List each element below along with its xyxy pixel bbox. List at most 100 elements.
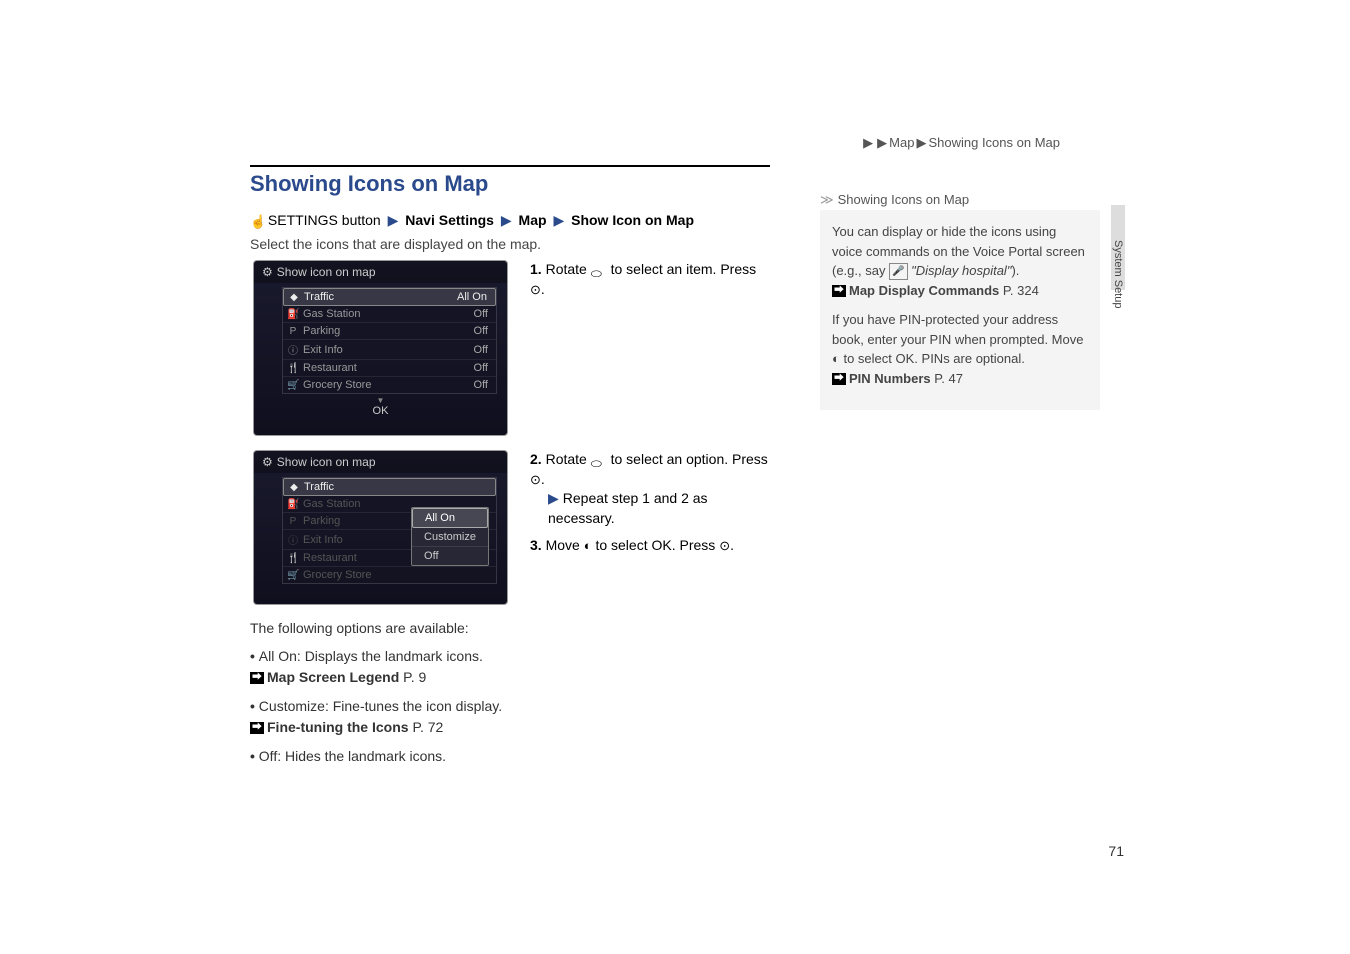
parking-icon: P bbox=[287, 516, 299, 527]
step-text: Rotate bbox=[546, 261, 591, 277]
step-sub: ▶Repeat step 1 and 2 as necessary. bbox=[548, 489, 770, 528]
info-icon: ⓘ bbox=[287, 342, 299, 357]
step-text: . Press bbox=[672, 537, 719, 553]
hand-icon bbox=[250, 213, 264, 230]
submenu-popup: All On Customize Off bbox=[411, 507, 489, 566]
sidebar-title-text: Showing Icons on Map bbox=[838, 192, 970, 207]
screen-title: Show icon on map bbox=[277, 265, 376, 279]
menu-state: Off bbox=[474, 379, 488, 391]
note-icon: ≫ bbox=[820, 192, 834, 207]
menu-item-traffic[interactable]: ◆ Traffic bbox=[283, 478, 496, 496]
chevron-right-icon: ▶ bbox=[916, 135, 926, 151]
grocery-icon: 🛒 bbox=[287, 380, 299, 391]
page-number: 71 bbox=[1108, 843, 1124, 859]
press-knob-icon bbox=[530, 281, 541, 297]
step-text: to select an option. Press bbox=[607, 451, 768, 467]
step-3: 3. Move to select OK. Press . bbox=[530, 536, 770, 556]
step-text: to select bbox=[592, 537, 652, 553]
chevron-right-icon: ▶ bbox=[877, 135, 887, 151]
submenu-item-customize[interactable]: Customize bbox=[412, 528, 488, 547]
options-section: The following options are available: All… bbox=[250, 620, 770, 775]
step-number: 1. bbox=[530, 261, 542, 277]
sidebar-text: ). bbox=[1011, 263, 1019, 278]
cross-ref: Map Display Commands bbox=[849, 283, 999, 298]
step-text: Move bbox=[546, 537, 584, 553]
option-customize: Customize: Fine-tunes the icon display. … bbox=[250, 696, 770, 738]
step-1: 1. Rotate to select an item. Press . bbox=[530, 260, 770, 299]
sidebar-paragraph-2: If you have PIN-protected your address b… bbox=[832, 310, 1088, 388]
screen-title: Show icon on map bbox=[277, 455, 376, 469]
menu-item-traffic[interactable]: ◆ Traffic All On bbox=[283, 288, 496, 306]
menu-item-parking[interactable]: P Parking Off bbox=[283, 323, 496, 340]
breadcrumb-part: Showing Icons on Map bbox=[928, 135, 1060, 150]
option-desc: : Fine-tunes the icon display. bbox=[325, 698, 502, 714]
press-knob-icon bbox=[530, 471, 541, 487]
grocery-icon: 🛒 bbox=[287, 570, 299, 581]
submenu-item-off[interactable]: Off bbox=[412, 547, 488, 565]
menu-list: ◆ Traffic All On ⛽ Gas Station Off P Par… bbox=[282, 287, 497, 394]
cross-ref: Fine-tuning the Icons bbox=[267, 719, 409, 735]
option-name: Off bbox=[259, 748, 277, 764]
option-name: All On bbox=[259, 648, 297, 664]
option-off: Off: Hides the landmark icons. bbox=[250, 746, 770, 767]
rotate-knob-icon bbox=[591, 264, 607, 276]
cross-ref: PIN Numbers bbox=[849, 371, 931, 386]
menu-item-grocery-store[interactable]: 🛒 Grocery Store Off bbox=[283, 377, 496, 393]
sidebar-note: ≫Showing Icons on Map You can display or… bbox=[820, 210, 1100, 410]
options-intro: The following options are available: bbox=[250, 620, 770, 636]
menu-item-restaurant[interactable]: 🍴 Restaurant Off bbox=[283, 360, 496, 377]
restaurant-icon: 🍴 bbox=[287, 363, 299, 374]
menu-state: Off bbox=[474, 308, 488, 320]
settings-part: Show Icon on Map bbox=[571, 212, 694, 228]
link-icon: ⮕ bbox=[250, 722, 264, 734]
gear-icon: ⚙ bbox=[262, 265, 273, 279]
rotate-knob-icon bbox=[591, 454, 607, 466]
chevron-right-icon: ▶ bbox=[548, 490, 559, 506]
menu-label: Exit Info bbox=[303, 344, 474, 356]
menu-item-exit-info[interactable]: ⓘ Exit Info Off bbox=[283, 340, 496, 360]
screen-header: ⚙Show icon on map bbox=[254, 451, 507, 473]
menu-label: Traffic bbox=[304, 291, 457, 303]
info-icon: ⓘ bbox=[287, 532, 299, 547]
step-number: 2. bbox=[530, 451, 542, 467]
restaurant-icon: 🍴 bbox=[287, 553, 299, 564]
option-desc: : Displays the landmark icons. bbox=[297, 648, 483, 664]
traffic-icon: ◆ bbox=[288, 482, 300, 493]
menu-state: All On bbox=[457, 291, 487, 303]
step-text: . bbox=[541, 471, 545, 487]
chevron-right-icon: ▶ bbox=[553, 212, 564, 228]
menu-label: Grocery Store bbox=[303, 379, 474, 391]
sidebar-title: ≫ Showing Icons on Map bbox=[820, 190, 969, 210]
step-text: . bbox=[730, 537, 734, 553]
voice-icon: 🎤 bbox=[889, 263, 907, 280]
press-knob-icon bbox=[719, 537, 730, 553]
section-label: System Setup bbox=[1112, 240, 1124, 308]
sidebar-ok: OK bbox=[896, 351, 915, 366]
step-number: 3. bbox=[530, 537, 542, 553]
menu-item-grocery-store: 🛒 Grocery Store bbox=[283, 567, 496, 583]
traffic-icon: ◆ bbox=[288, 292, 300, 303]
step-list-1: 1. Rotate to select an item. Press . bbox=[530, 260, 770, 307]
ok-button[interactable]: OK bbox=[254, 396, 507, 421]
cross-ref: Map Screen Legend bbox=[267, 669, 399, 685]
move-knob-icon bbox=[832, 351, 840, 366]
menu-label: Restaurant bbox=[303, 362, 474, 374]
menu-state: Off bbox=[474, 325, 488, 337]
option-all-on: All On: Displays the landmark icons. ⮕Ma… bbox=[250, 646, 770, 688]
step-sub-text: Repeat step 1 and 2 as necessary. bbox=[548, 490, 708, 526]
screenshot-show-icon-on-map-2: ⚙Show icon on map ◆ Traffic ⛽ Gas Statio… bbox=[253, 450, 508, 605]
submenu-item-all-on[interactable]: All On bbox=[412, 508, 488, 528]
link-icon: ⮕ bbox=[832, 373, 846, 385]
settings-part: Navi Settings bbox=[405, 212, 494, 228]
settings-prefix: SETTINGS button bbox=[268, 212, 381, 228]
step-ok: OK bbox=[651, 537, 671, 553]
link-icon: ⮕ bbox=[832, 285, 846, 297]
sidebar-paragraph-1: You can display or hide the icons using … bbox=[832, 222, 1088, 300]
step-text: to select an item. Press bbox=[607, 261, 756, 277]
chevron-right-icon: ▶ bbox=[388, 212, 399, 228]
gas-icon: ⛽ bbox=[287, 309, 299, 320]
step-2: 2. Rotate to select an option. Press . ▶… bbox=[530, 450, 770, 528]
sidebar-text: . PINs are optional. bbox=[914, 351, 1025, 366]
menu-item-gas-station[interactable]: ⛽ Gas Station Off bbox=[283, 306, 496, 323]
cross-ref-page: P. 72 bbox=[412, 719, 443, 735]
